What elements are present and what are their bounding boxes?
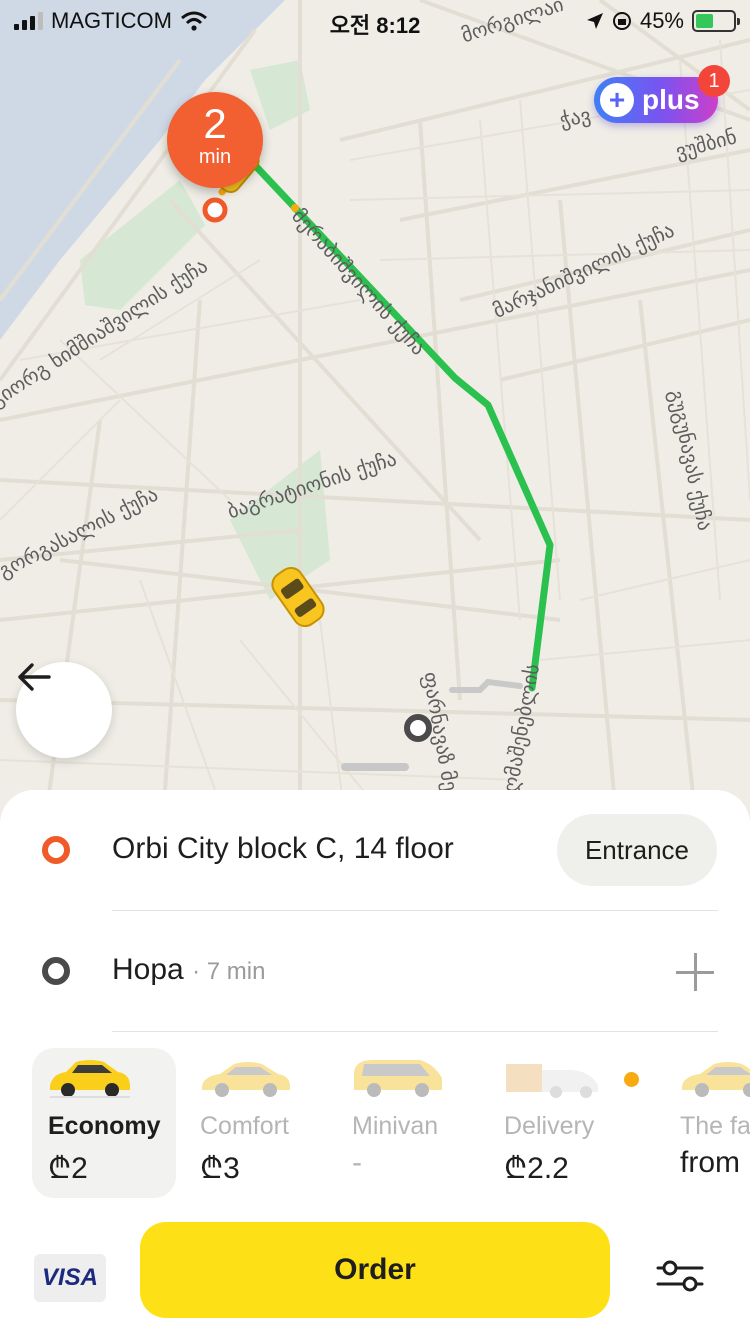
pickup-marker (202, 197, 228, 223)
pickup-row[interactable]: Orbi City block C, 14 floor Entrance (0, 790, 750, 910)
tariff-name: Economy (48, 1112, 161, 1140)
tariff-fastest[interactable]: The fa from (664, 1048, 750, 1198)
payment-method-button[interactable]: VISA (34, 1254, 106, 1302)
plus-icon: + (600, 83, 634, 117)
pickup-dot-icon (42, 836, 70, 864)
delivery-box-icon (506, 1064, 598, 1098)
tariff-minivan[interactable]: Minivan - (336, 1048, 480, 1198)
tariff-price: ₾3 (200, 1152, 240, 1185)
destination-dot-icon (42, 957, 70, 985)
tariff-economy[interactable]: Economy ₾2 (32, 1048, 176, 1198)
tariff-name: Delivery (504, 1112, 595, 1140)
notification-badge: 1 (698, 65, 730, 97)
destination-row[interactable]: Hopa · 7 min (0, 911, 750, 1031)
battery-icon (692, 10, 740, 32)
map-view[interactable]: მორგილაი ჭავ ვუშბინ გიორგ ხიმშიაშვილის ქ… (0, 0, 750, 860)
tariff-price: - (352, 1146, 362, 1179)
orientation-lock-icon (612, 12, 631, 30)
new-indicator-dot (624, 1072, 639, 1087)
destination-name: Hopa (112, 953, 184, 986)
tariff-list[interactable]: Economy ₾2 Comfort ₾3 Minivan - Delivery… (0, 1048, 750, 1198)
entrance-button[interactable]: Entrance (557, 814, 717, 886)
order-button[interactable]: Order (140, 1222, 610, 1318)
battery-percent: 45% (639, 8, 684, 33)
map-canvas (0, 0, 750, 860)
bottom-action-bar: VISA Order (0, 1214, 750, 1334)
destination-text: Hopa · 7 min (112, 953, 265, 987)
arrow-left-icon (18, 663, 51, 691)
tariff-price: from (680, 1146, 740, 1179)
eta-unit: min (198, 146, 232, 168)
location-arrow-icon (586, 13, 603, 29)
economy-car-icon (50, 1060, 130, 1098)
back-button[interactable] (16, 662, 112, 758)
divider (112, 1031, 718, 1032)
pickup-address: Orbi City block C, 14 floor (112, 832, 454, 865)
tariff-name: Minivan (352, 1112, 439, 1140)
sheet-grabber[interactable] (341, 763, 409, 771)
status-bar: MAGTICOM 오전 8:12 45% (0, 0, 750, 42)
plus-subscription-button[interactable]: + plus 1 (594, 65, 730, 123)
tariff-comfort[interactable]: Comfort ₾3 (184, 1048, 328, 1198)
destination-eta: · 7 min (192, 958, 266, 985)
tariff-name: Comfort (200, 1112, 289, 1140)
eta-bubble: 2 min (167, 92, 263, 188)
fastest-car-icon (682, 1062, 750, 1097)
tariff-price: ₾2 (48, 1152, 88, 1185)
tariff-name: The fa (680, 1112, 750, 1140)
add-stop-icon[interactable] (676, 953, 714, 991)
tariff-price: ₾2.2 (504, 1152, 569, 1185)
plus-label: plus (642, 84, 700, 115)
settings-sliders-icon[interactable] (656, 1256, 704, 1296)
minivan-car-icon (354, 1060, 442, 1097)
tariff-delivery[interactable]: Delivery ₾2.2 (488, 1048, 632, 1198)
comfort-car-icon (202, 1062, 290, 1097)
eta-value: 2 (203, 100, 227, 147)
